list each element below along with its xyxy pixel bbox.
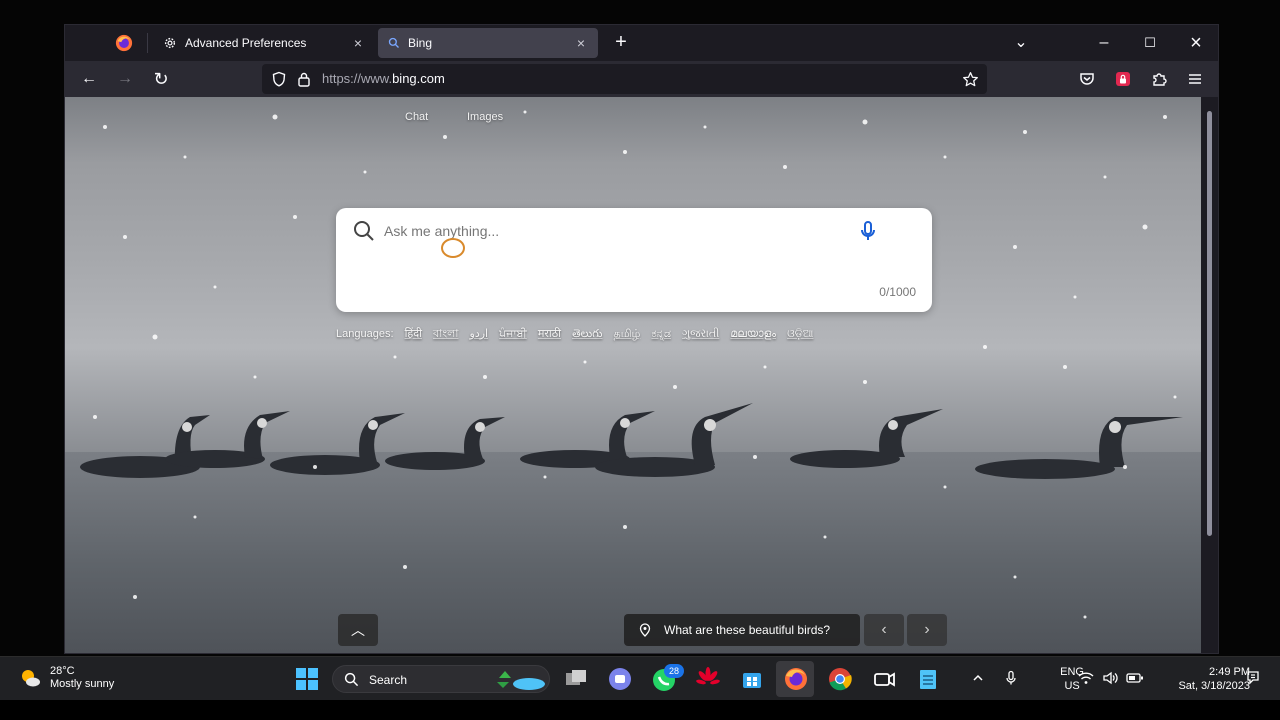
language-link[interactable]: ਪੰਜਾਬੀ (499, 328, 527, 340)
languages-label: Languages: (336, 328, 394, 340)
taskbar-search-box[interactable]: Search (332, 665, 550, 693)
tab-label: Bing (408, 36, 433, 50)
bookmark-star-icon[interactable] (962, 71, 979, 88)
languages-bar: Languages: हिंदी বাংলা اردو ਪੰਜਾਬੀ मराठी… (336, 325, 813, 344)
hamburger-menu-icon[interactable] (1187, 71, 1203, 87)
scroll-up-button[interactable]: ︿ (338, 614, 378, 646)
microsoft-store-icon[interactable] (738, 665, 766, 693)
microphone-tray-icon[interactable] (1004, 670, 1018, 686)
task-view-icon[interactable] (562, 665, 590, 693)
search-icon (344, 672, 359, 687)
weather-description: Mostly sunny (50, 678, 115, 690)
tab-advanced-preferences[interactable]: Advanced Preferences × (153, 28, 375, 58)
language-link[interactable]: ગુજરાતી (682, 328, 719, 340)
language-link[interactable]: മലയാളം (730, 328, 776, 340)
location-pin-icon (639, 623, 651, 637)
url-host: bing.com (392, 71, 445, 86)
gear-icon (164, 37, 176, 49)
scrollbar-thumb[interactable] (1207, 111, 1212, 536)
navigation-bar: ← → ↻ https://www.bing.com (65, 61, 1218, 97)
tab-bar: Advanced Preferences × Bing × + ⌄ – ☐ × (65, 25, 1218, 61)
volume-icon[interactable] (1102, 671, 1118, 685)
close-tab-icon[interactable]: × (572, 34, 590, 52)
back-button[interactable]: ← (76, 66, 102, 92)
search-box[interactable]: Ask me anything... 0/1000 (336, 208, 932, 312)
character-counter: 0/1000 (879, 285, 916, 299)
language-link[interactable]: اردو (470, 328, 489, 340)
maximize-button[interactable]: ☐ (1135, 29, 1165, 57)
system-clock[interactable]: 2:49 PM Sat, 3/18/2023 (1178, 665, 1250, 693)
huawei-icon[interactable] (694, 665, 722, 693)
windows-taskbar: 28°C Mostly sunny Search 28 ENG US 2:49 … (0, 656, 1280, 700)
shield-icon[interactable] (271, 71, 287, 87)
clock-time: 2:49 PM (1209, 666, 1250, 678)
clock-date: Sat, 3/18/2023 (1178, 680, 1250, 692)
list-all-tabs-button[interactable]: ⌄ (1006, 29, 1036, 57)
images-link[interactable]: Images (467, 111, 503, 123)
battery-icon[interactable] (1126, 672, 1144, 684)
image-caption-button[interactable]: What are these beautiful birds? (624, 614, 860, 646)
close-tab-icon[interactable]: × (349, 34, 367, 52)
browser-window: Advanced Preferences × Bing × + ⌄ – ☐ × … (64, 24, 1219, 654)
close-window-button[interactable]: × (1181, 29, 1211, 57)
language-link[interactable]: मराठी (538, 328, 561, 340)
tab-label: Advanced Preferences (185, 36, 307, 50)
microphone-icon[interactable] (856, 219, 880, 243)
snowfall-overlay (93, 110, 1177, 619)
new-tab-button[interactable]: + (609, 31, 633, 55)
screen: Advanced Preferences × Bing × + ⌄ – ☐ × … (0, 0, 1280, 720)
notification-center-icon[interactable] (1245, 670, 1261, 686)
show-hidden-icons-chevron[interactable] (972, 672, 984, 684)
reload-button[interactable]: ↻ (148, 66, 174, 92)
notepad-icon[interactable] (914, 665, 942, 693)
bing-homepage: Chat Images Ask me anything... 0/1000 La… (65, 97, 1203, 653)
language-link[interactable]: ଓଡ଼ିଆ (787, 328, 813, 340)
url-bar[interactable]: https://www.bing.com (262, 64, 987, 94)
screen-bottom-border (0, 700, 1280, 720)
previous-image-button[interactable]: ‹ (864, 614, 904, 646)
whatsapp-notification-badge: 28 (664, 664, 684, 678)
weather-widget[interactable]: 28°C Mostly sunny (18, 665, 114, 691)
language-link[interactable]: తెలుగు (572, 328, 602, 340)
chat-link[interactable]: Chat (405, 111, 428, 123)
next-image-button[interactable]: › (907, 614, 947, 646)
language-link[interactable]: தமிழ் (614, 328, 641, 340)
extensions-puzzle-icon[interactable] (1151, 71, 1167, 87)
lock-icon[interactable] (297, 71, 311, 87)
taskbar-search-label: Search (369, 673, 408, 687)
language-link[interactable]: हिंदी (405, 328, 422, 340)
tab-bing[interactable]: Bing × (378, 28, 598, 58)
windows-start-icon[interactable] (295, 667, 319, 691)
teams-chat-icon[interactable] (606, 665, 634, 693)
url-scheme: https://www. (322, 71, 393, 86)
minimize-button[interactable]: – (1089, 29, 1119, 57)
search-icon (354, 221, 374, 241)
search-icon (388, 37, 399, 48)
tab-separator (147, 33, 148, 53)
extension-lock-icon[interactable] (1115, 71, 1131, 87)
search-highlight-icon (497, 671, 545, 690)
mouse-cursor-highlight (441, 238, 465, 258)
firefox-icon[interactable] (115, 34, 133, 52)
url-text[interactable]: https://www.bing.com (322, 71, 445, 86)
pocket-icon[interactable] (1079, 71, 1095, 87)
weather-temperature: 28°C (50, 665, 75, 677)
language-link[interactable]: ಕನ್ನಡ (651, 328, 671, 340)
caption-text: What are these beautiful birds? (664, 623, 831, 637)
language-link[interactable]: বাংলা (433, 328, 458, 340)
camera-app-icon[interactable] (870, 665, 898, 693)
forward-button[interactable]: → (112, 66, 138, 92)
firefox-icon[interactable] (782, 665, 810, 693)
sun-cloud-icon (22, 670, 40, 687)
search-input[interactable]: Ask me anything... (384, 223, 499, 239)
wifi-icon[interactable] (1078, 671, 1094, 685)
page-scrollbar[interactable] (1201, 97, 1218, 653)
chrome-icon[interactable] (826, 665, 854, 693)
